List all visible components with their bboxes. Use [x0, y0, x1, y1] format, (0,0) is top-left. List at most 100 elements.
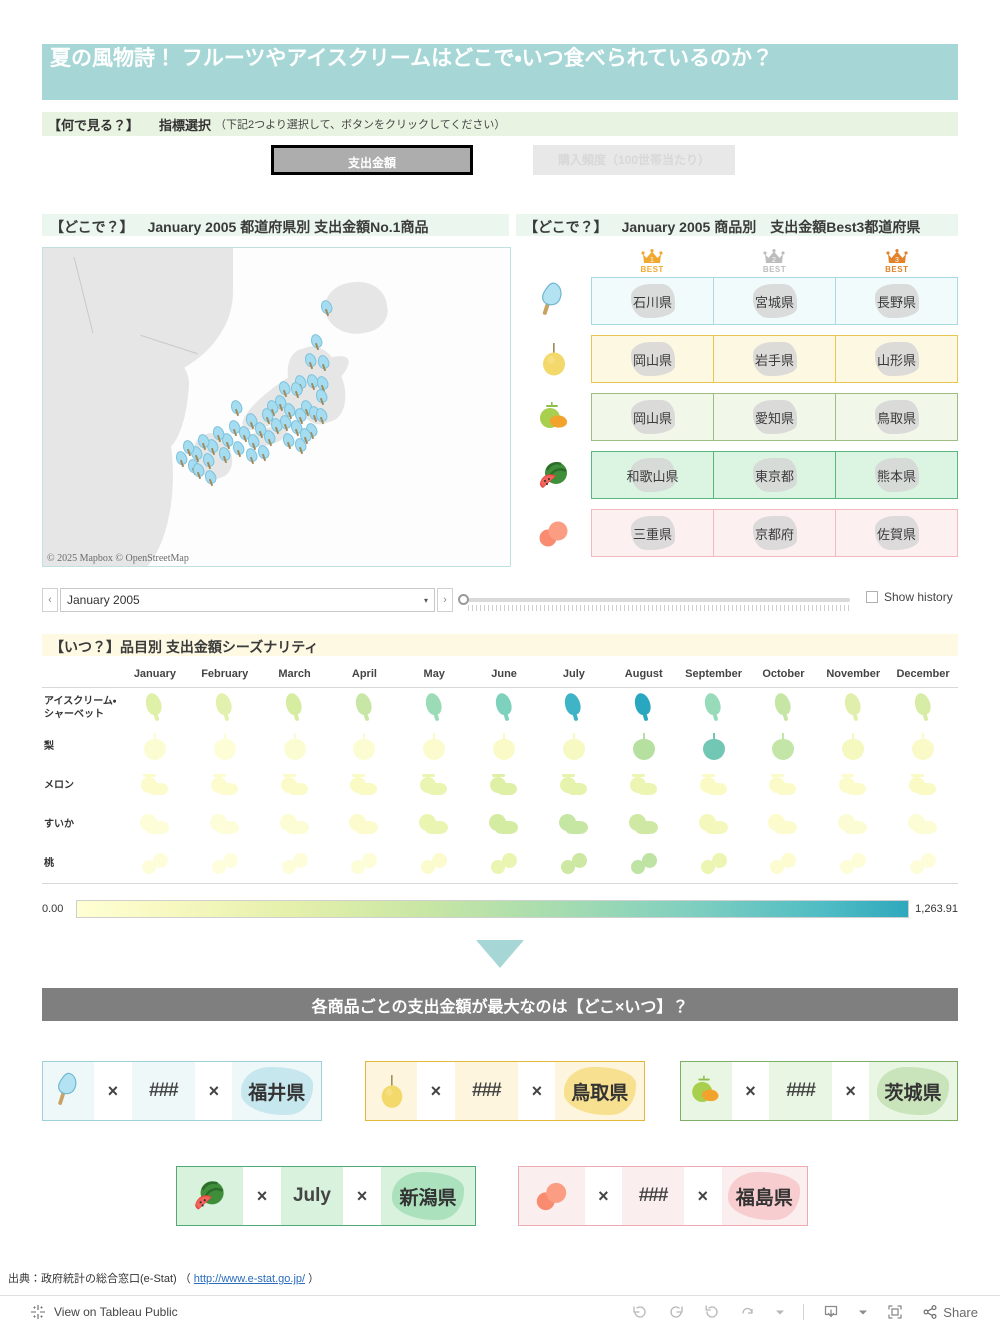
heatmap-cell[interactable]	[679, 688, 749, 727]
download-icon[interactable]	[822, 1303, 840, 1321]
metric-button-frequency[interactable]: 購入頻度（100世帯当たり）	[533, 145, 735, 175]
heatmap-cell[interactable]	[609, 727, 679, 766]
heatmap-cell[interactable]	[679, 844, 749, 883]
map-pin[interactable]	[313, 387, 330, 406]
heatmap-cell[interactable]	[190, 727, 260, 766]
max-card-melon[interactable]: × ### × 茨城県	[680, 1061, 958, 1121]
map-pin[interactable]	[276, 379, 293, 398]
next-month-button[interactable]: ›	[437, 588, 453, 612]
heatmap-cell[interactable]	[399, 805, 469, 844]
map-pin[interactable]	[280, 431, 297, 450]
map-pin[interactable]	[200, 451, 217, 470]
chevron-down-icon[interactable]: ▾	[424, 596, 428, 605]
map-pin[interactable]	[304, 372, 321, 391]
heatmap-cell[interactable]	[888, 805, 958, 844]
heatmap-cell[interactable]	[609, 805, 679, 844]
best3-cell[interactable]: 石川県	[592, 278, 714, 324]
heatmap-cell[interactable]	[399, 688, 469, 727]
fullscreen-icon[interactable]	[886, 1303, 904, 1321]
map-pin[interactable]	[297, 426, 314, 445]
view-on-tableau-public[interactable]: View on Tableau Public	[30, 1304, 178, 1320]
heatmap-cell[interactable]	[330, 727, 400, 766]
slider-handle[interactable]	[458, 594, 469, 605]
best3-cell[interactable]: 愛知県	[714, 394, 836, 440]
heatmap-cell[interactable]	[330, 766, 400, 805]
map-pin[interactable]	[228, 398, 245, 417]
map-pin[interactable]	[308, 332, 325, 351]
prev-month-button[interactable]: ‹	[42, 588, 58, 612]
heatmap-cell[interactable]	[120, 805, 190, 844]
heatmap-cell[interactable]	[818, 727, 888, 766]
heatmap-cell[interactable]	[260, 727, 330, 766]
checkbox-icon[interactable]	[866, 591, 878, 603]
map-pin[interactable]	[255, 443, 272, 462]
refresh-icon[interactable]	[739, 1303, 757, 1321]
heatmap-cell[interactable]	[539, 766, 609, 805]
heatmap-cell[interactable]	[190, 805, 260, 844]
best3-cell[interactable]: 岡山県	[592, 394, 714, 440]
caret-down-icon[interactable]	[775, 1307, 785, 1317]
best3-cell[interactable]: 和歌山県	[592, 452, 714, 498]
heatmap-cell[interactable]	[679, 766, 749, 805]
heatmap-cell[interactable]	[679, 805, 749, 844]
best3-cell[interactable]: 山形県	[836, 336, 957, 382]
heatmap-cell[interactable]	[888, 766, 958, 805]
best3-cell[interactable]: 三重県	[592, 510, 714, 556]
map-pin[interactable]	[202, 468, 219, 487]
heatmap-cell[interactable]	[330, 688, 400, 727]
heatmap-cell[interactable]	[190, 688, 260, 727]
japan-map[interactable]: © 2025 Mapbox © OpenStreetMap	[42, 247, 511, 567]
heatmap-cell[interactable]	[539, 805, 609, 844]
heatmap-cell[interactable]	[679, 727, 749, 766]
heatmap-cell[interactable]	[539, 844, 609, 883]
heatmap-cell[interactable]	[749, 766, 819, 805]
heatmap-cell[interactable]	[469, 844, 539, 883]
caret-down-icon[interactable]	[858, 1307, 868, 1317]
share-button[interactable]: Share	[922, 1304, 978, 1320]
map-pin[interactable]	[302, 351, 319, 370]
heatmap-cell[interactable]	[260, 688, 330, 727]
map-pin[interactable]	[315, 353, 332, 372]
heatmap-cell[interactable]	[260, 844, 330, 883]
heatmap-cell[interactable]	[120, 727, 190, 766]
heatmap-cell[interactable]	[539, 688, 609, 727]
source-link[interactable]: http://www.e-stat.go.jp/	[194, 1273, 305, 1285]
heatmap-cell[interactable]	[818, 805, 888, 844]
heatmap-cell[interactable]	[260, 766, 330, 805]
heatmap-cell[interactable]	[399, 727, 469, 766]
best3-cell[interactable]: 熊本県	[836, 452, 957, 498]
best3-cell[interactable]: 宮城県	[714, 278, 836, 324]
map-pin[interactable]	[216, 445, 233, 464]
heatmap-cell[interactable]	[330, 805, 400, 844]
heatmap-cell[interactable]	[469, 688, 539, 727]
heatmap-cell[interactable]	[609, 688, 679, 727]
metric-button-expenditure[interactable]: 支出金額	[271, 145, 473, 175]
best3-cell[interactable]: 岡山県	[592, 336, 714, 382]
heatmap-cell[interactable]	[120, 766, 190, 805]
heatmap-cell[interactable]	[749, 727, 819, 766]
heatmap-cell[interactable]	[190, 844, 260, 883]
max-card-pear[interactable]: × ### × 鳥取県	[365, 1061, 645, 1121]
heatmap-cell[interactable]	[539, 727, 609, 766]
best3-cell[interactable]: 岩手県	[714, 336, 836, 382]
map-pin[interactable]	[288, 380, 305, 399]
max-card-peach[interactable]: × ### × 福島県	[518, 1166, 808, 1226]
heatmap-cell[interactable]	[609, 844, 679, 883]
heatmap-cell[interactable]	[260, 805, 330, 844]
best3-cell[interactable]: 長野県	[836, 278, 957, 324]
date-slider[interactable]	[458, 588, 858, 612]
heatmap-cell[interactable]	[818, 766, 888, 805]
heatmap-cell[interactable]	[749, 688, 819, 727]
max-card-ice-cream[interactable]: × ### × 福井県	[42, 1061, 322, 1121]
heatmap-cell[interactable]	[749, 805, 819, 844]
heatmap-cell[interactable]	[399, 766, 469, 805]
map-pin[interactable]	[230, 439, 247, 458]
show-history-checkbox[interactable]: Show history	[866, 590, 953, 604]
best3-cell[interactable]: 佐賀県	[836, 510, 957, 556]
heatmap-cell[interactable]	[469, 805, 539, 844]
slider-track[interactable]	[468, 598, 850, 602]
heatmap-cell[interactable]	[818, 688, 888, 727]
best3-cell[interactable]: 東京都	[714, 452, 836, 498]
heatmap-cell[interactable]	[888, 727, 958, 766]
heatmap-cell[interactable]	[818, 844, 888, 883]
